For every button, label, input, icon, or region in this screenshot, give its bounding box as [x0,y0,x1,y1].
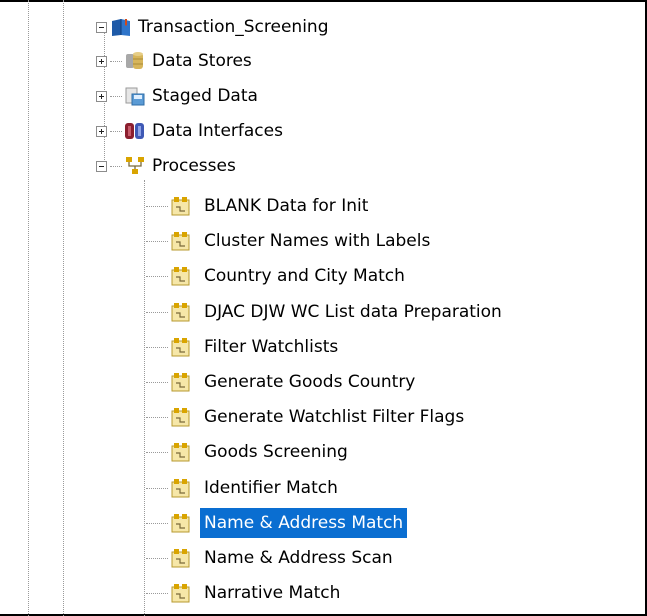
tree-connector [146,241,168,242]
process-item[interactable]: Filter Watchlists [170,330,342,364]
process-item[interactable]: Cluster Names with Labels [170,224,434,258]
process-item-label: BLANK Data for Init [204,196,369,216]
process-item-label: Country and City Match [204,266,405,286]
process-icon [171,584,190,603]
staged-data-icon [125,87,145,106]
data-stores-icon [126,52,143,69]
tree-node-label: Processes [152,156,236,176]
process-item[interactable]: Generate Watchlist Filter Flags [170,400,468,434]
tree-connector [146,488,168,489]
process-item[interactable]: Country and City Match [170,259,409,293]
tree-guide-line [144,180,145,616]
tree-connector [146,276,168,277]
process-icon [171,267,190,286]
tree-guide-line [28,0,29,616]
process-item-label: Filter Watchlists [204,337,339,357]
process-item-label: Generate Goods Country [204,372,416,392]
tree-node-processes[interactable]: Processes [96,149,240,183]
expand-toggle-icon[interactable] [96,126,107,137]
process-item[interactable]: Name & Address Scan [170,541,397,575]
tree-node-label: Data Interfaces [152,121,283,141]
tree-connector [146,417,168,418]
tree-connector [146,347,168,348]
process-icon [171,338,190,357]
tree-node-data-interfaces[interactable]: Data Interfaces [96,114,287,148]
expand-toggle-icon[interactable] [96,56,107,67]
tree-guide-line [63,0,64,616]
process-icon [171,232,190,251]
process-item-label: Cluster Names with Labels [204,231,431,251]
process-item-label: Narrative Match [204,583,341,603]
tree-root-label: Transaction_Screening [138,17,329,37]
process-item-label: Name & Address Match [200,508,408,538]
tree-connector [146,558,168,559]
process-icon [171,479,190,498]
tree-node-data-stores[interactable]: Data Stores [96,44,256,78]
process-item-label: Goods Screening [204,442,348,462]
tree-connector [146,312,168,313]
tree-connector [146,382,168,383]
collapse-toggle-icon[interactable] [96,161,107,172]
process-icon [171,549,190,568]
process-item-label: DJAC DJW WC List data Preparation [204,302,502,322]
process-item-label: Identifier Match [204,478,338,498]
tree-node-label: Data Stores [152,51,252,71]
process-item[interactable]: Generate Goods Country [170,365,419,399]
process-item[interactable]: DJAC DJW WC List data Preparation [170,295,506,329]
process-item[interactable]: Name & Address Match [170,506,408,540]
collapse-toggle-icon[interactable] [96,22,107,33]
process-icon [171,373,190,392]
process-item[interactable]: Identifier Match [170,471,342,505]
process-icon [171,514,190,533]
book-project-icon [112,19,130,36]
process-icon [171,303,190,322]
tree-node-label: Staged Data [152,86,258,106]
process-item-label: Generate Watchlist Filter Flags [204,407,465,427]
process-item[interactable]: Goods Screening [170,435,352,469]
process-item[interactable]: BLANK Data for Init [170,189,372,223]
process-icon [171,408,190,427]
process-icon [171,197,190,216]
process-item[interactable]: Narrative Match [170,576,344,610]
tree-node-staged-data[interactable]: Staged Data [96,79,262,113]
process-icon [171,443,190,462]
tree-connector [146,452,168,453]
data-interfaces-icon [125,123,144,139]
tree-root-node[interactable]: Transaction_Screening [96,10,333,44]
processes-icon [126,157,144,174]
process-item-label: Name & Address Scan [204,548,393,568]
tree-connector [146,593,168,594]
tree-connector [146,523,168,524]
tree-connector [146,206,168,207]
expand-toggle-icon[interactable] [96,91,107,102]
